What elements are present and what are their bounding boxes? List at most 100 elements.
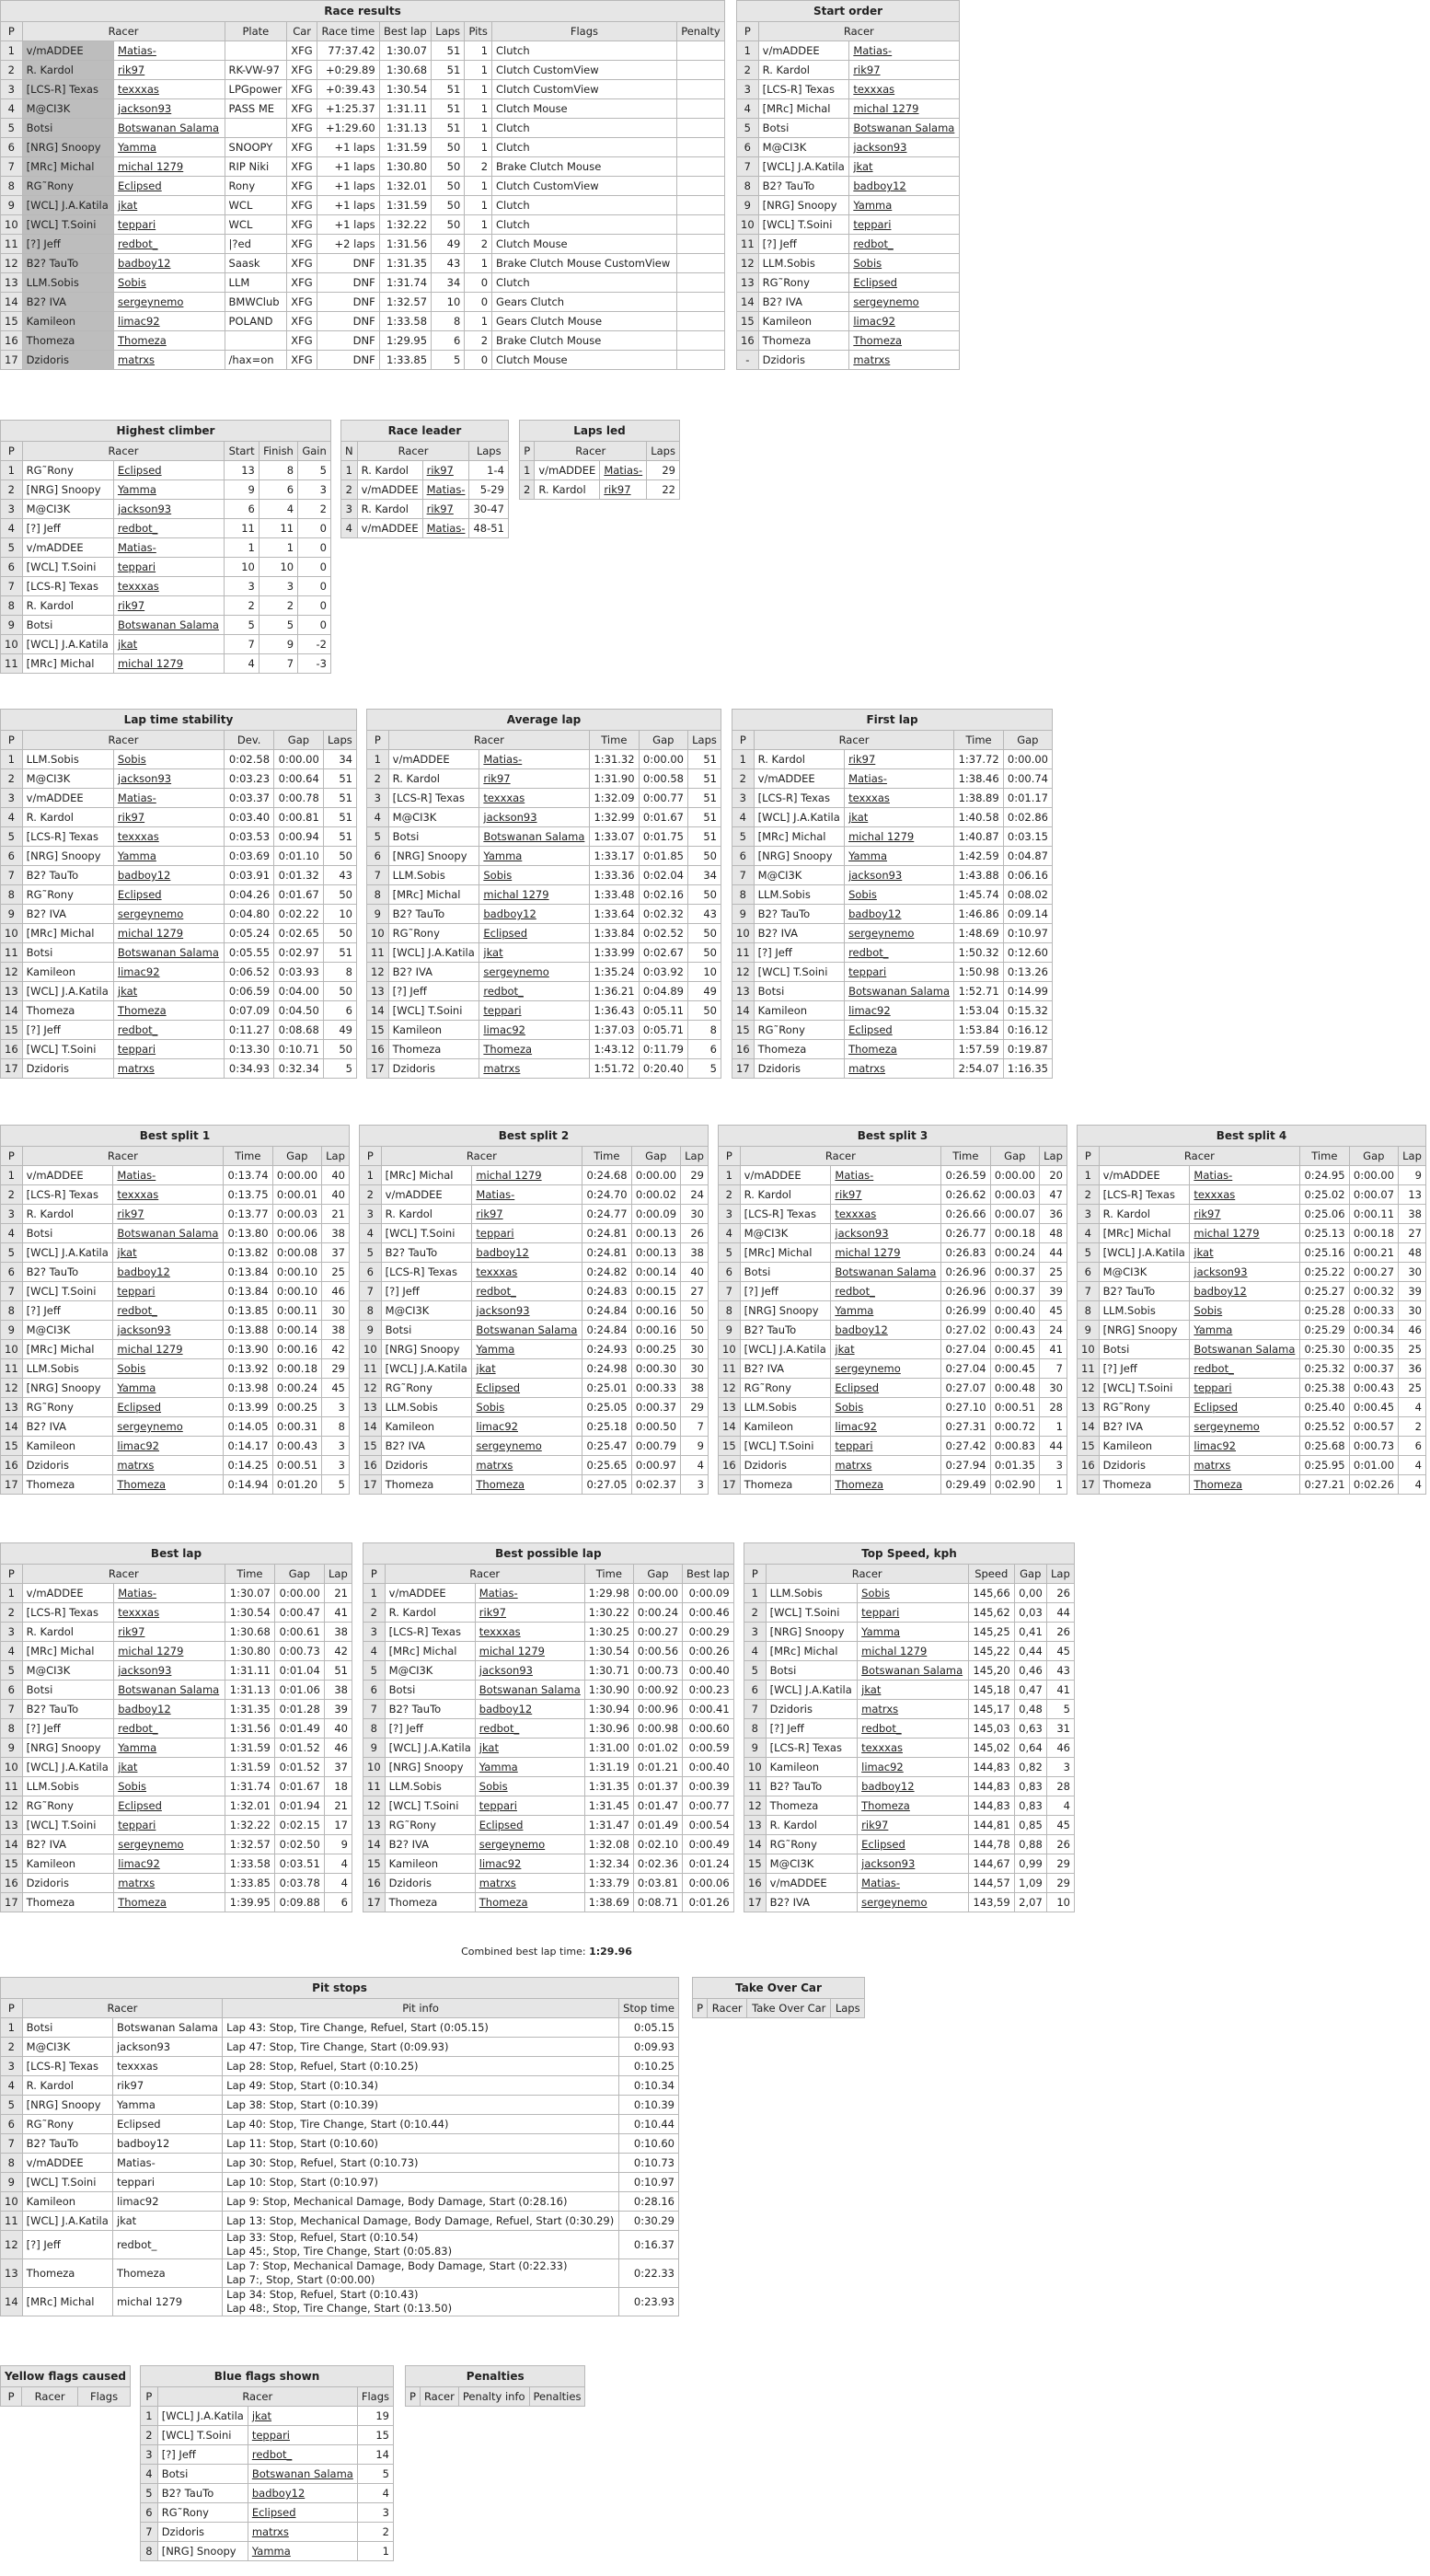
username-link[interactable]: badboy12 [857,1776,969,1796]
username-link[interactable]: rik97 [112,595,225,616]
username-link[interactable]: Botswanan Salama [247,2464,358,2484]
username-link[interactable]: Thomeza [857,1796,969,1816]
username-link[interactable]: Botswanan Salama [844,981,955,1001]
username-link[interactable]: texxxas [112,1184,225,1205]
username-link[interactable]: rik97 [113,60,225,80]
username-link[interactable]: redbot_ [112,1300,225,1321]
username-link[interactable]: Matias- [112,537,225,558]
username-link[interactable]: rik97 [421,499,470,519]
username-link[interactable]: redbot_ [844,942,955,963]
username-link[interactable]: jkat [848,156,960,177]
username-link[interactable]: limac92 [479,1020,591,1040]
username-link[interactable]: Matias- [848,40,960,61]
username-link[interactable]: Botswanan Salama [857,1660,969,1681]
username-link[interactable]: michal 1279 [830,1242,942,1263]
username-link[interactable]: teppari [113,1815,225,1835]
username-link[interactable]: teppari [113,214,225,235]
username-link[interactable]: michal 1279 [1189,1223,1301,1243]
username-link[interactable]: Matias- [112,1165,225,1185]
username-link[interactable]: Eclipsed [830,1378,942,1398]
username-link[interactable]: Yamma [112,1378,225,1398]
username-link[interactable]: rik97 [421,460,470,480]
username-link[interactable]: Thomeza [112,1000,225,1021]
username-link[interactable]: jackson93 [848,137,960,157]
username-link[interactable]: Sobis [112,749,225,769]
username-link[interactable]: Thomeza [848,330,960,351]
username-link[interactable]: michal 1279 [471,1165,583,1185]
username-link[interactable]: teppari [848,214,960,235]
username-link[interactable]: sergeynemo [830,1358,942,1379]
username-link[interactable]: Eclipsed [112,884,225,905]
username-link[interactable]: Eclipsed [479,923,591,943]
username-link[interactable]: badboy12 [474,1699,585,1719]
username-link[interactable]: Yamma [1189,1320,1301,1340]
username-link[interactable]: Yamma [471,1339,583,1359]
username-link[interactable]: Yamma [113,1738,225,1758]
username-link[interactable]: badboy12 [844,904,955,924]
username-link[interactable]: Yamma [844,846,955,866]
username-link[interactable]: teppari [112,1281,225,1301]
username-link[interactable]: jackson93 [857,1854,969,1874]
username-link[interactable]: teppari [112,1039,225,1059]
username-link[interactable]: jackson93 [1189,1262,1301,1282]
username-link[interactable]: matrxs [113,1873,225,1893]
username-link[interactable]: Botswanan Salama [474,1680,585,1700]
username-link[interactable]: texxxas [830,1204,942,1224]
username-link[interactable]: michal 1279 [112,923,225,943]
username-link[interactable]: matrxs [113,350,225,370]
username-link[interactable]: jkat [474,1738,585,1758]
username-link[interactable]: Eclipsed [112,460,225,480]
username-link[interactable]: Sobis [471,1397,583,1417]
username-link[interactable]: matrxs [830,1455,942,1475]
username-link[interactable]: jkat [112,1242,225,1263]
username-link[interactable]: michal 1279 [474,1641,585,1661]
username-link[interactable]: michal 1279 [112,653,225,674]
username-link[interactable]: jkat [479,942,591,963]
username-link[interactable]: redbot_ [471,1281,583,1301]
username-link[interactable]: jkat [1189,1242,1301,1263]
username-link[interactable]: Yamma [112,846,225,866]
username-link[interactable]: jkat [247,2406,358,2426]
username-link[interactable]: badboy12 [113,1699,225,1719]
username-link[interactable]: teppari [479,1000,591,1021]
username-link[interactable]: redbot_ [112,1020,225,1040]
username-link[interactable]: Yamma [857,1622,969,1642]
username-link[interactable]: matrxs [474,1873,585,1893]
username-link[interactable]: badboy12 [471,1242,583,1263]
username-link[interactable]: rik97 [474,1602,585,1623]
username-link[interactable]: rik97 [857,1815,969,1835]
username-link[interactable]: badboy12 [479,904,591,924]
username-link[interactable]: Matias- [113,40,225,61]
username-link[interactable]: badboy12 [1189,1281,1301,1301]
username-link[interactable]: limac92 [113,311,225,331]
username-link[interactable]: Yamma [479,846,591,866]
username-link[interactable]: Matias- [857,1873,969,1893]
username-link[interactable]: Matias- [474,1583,585,1603]
username-link[interactable]: jkat [112,981,225,1001]
username-link[interactable]: Botswanan Salama [113,1680,225,1700]
username-link[interactable]: michal 1279 [479,884,591,905]
username-link[interactable]: Eclipsed [113,176,225,196]
username-link[interactable]: jackson93 [112,499,225,519]
username-link[interactable]: matrxs [112,1058,225,1079]
username-link[interactable]: texxxas [848,79,960,99]
username-link[interactable]: sergeynemo [112,904,225,924]
username-link[interactable]: redbot_ [830,1281,942,1301]
username-link[interactable]: Botswanan Salama [830,1262,942,1282]
username-link[interactable]: michal 1279 [113,156,225,177]
username-link[interactable]: jackson93 [471,1300,583,1321]
username-link[interactable]: Matias- [479,749,591,769]
username-link[interactable]: rik97 [112,1204,225,1224]
username-link[interactable]: Eclipsed [844,1020,955,1040]
username-link[interactable]: rik97 [113,1622,225,1642]
username-link[interactable]: texxxas [112,826,225,847]
username-link[interactable]: limac92 [830,1416,942,1437]
username-link[interactable]: Thomeza [844,1039,955,1059]
username-link[interactable]: rik97 [1189,1204,1301,1224]
username-link[interactable]: matrxs [844,1058,955,1079]
username-link[interactable]: badboy12 [830,1320,942,1340]
username-link[interactable]: Yamma [247,2541,358,2561]
username-link[interactable]: Matias- [1189,1165,1301,1185]
username-link[interactable]: rik97 [479,768,591,789]
username-link[interactable]: sergeynemo [1189,1416,1301,1437]
